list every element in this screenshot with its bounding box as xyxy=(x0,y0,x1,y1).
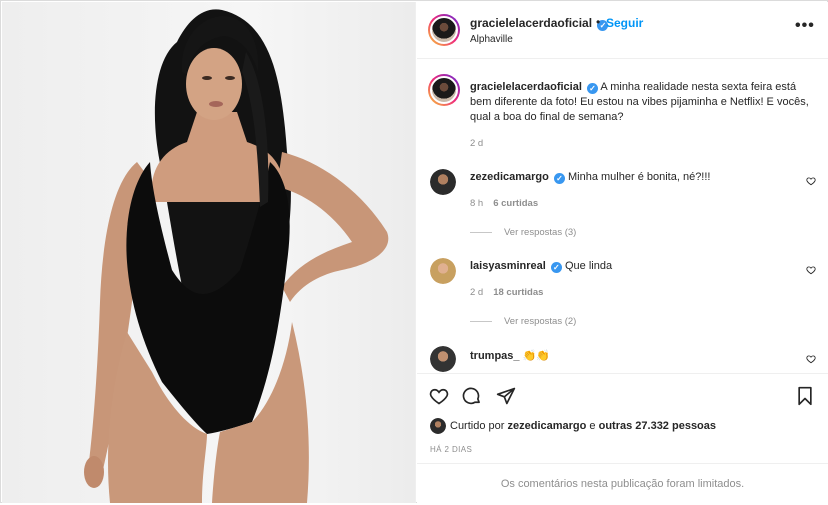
liked-by-summary: Curtido por zezedicamargo e outras 27.33… xyxy=(450,420,716,432)
comment-avatar[interactable] xyxy=(430,258,456,284)
comment-text: Minha mulher é bonita, né?!!! xyxy=(568,171,711,183)
follow-button[interactable]: Seguir xyxy=(606,16,643,30)
author-username-text[interactable]: gracielelacerdaoficial xyxy=(470,16,592,30)
liked-by-user[interactable]: zezedicamargo xyxy=(507,420,586,432)
replies-divider xyxy=(470,231,492,233)
comment-like-heart-icon[interactable] xyxy=(806,265,816,275)
comment-icon[interactable] xyxy=(462,386,482,406)
view-replies-label[interactable]: Ver respostas (3) xyxy=(504,227,576,238)
verified-badge-icon: ✓ xyxy=(586,83,598,94)
post-actions: Curtido por zezedicamargo e outras 27.33… xyxy=(417,373,828,505)
liked-by-prefix: Curtido por xyxy=(450,420,505,432)
comment-avatar[interactable] xyxy=(430,169,456,195)
header-separator: • xyxy=(596,15,601,29)
more-options-icon[interactable]: ••• xyxy=(795,18,815,34)
liked-by-and: e xyxy=(589,420,596,432)
view-replies-button[interactable]: Ver respostas (3) xyxy=(470,227,576,238)
verified-badge-icon: ✓ xyxy=(550,262,562,273)
comment-avatar[interactable] xyxy=(430,346,456,372)
liked-by-avatar[interactable] xyxy=(430,418,446,434)
bookmark-icon[interactable] xyxy=(796,386,814,406)
comment-text: Que linda xyxy=(564,260,613,272)
post-details-panel: gracielelacerdaoficial ✓ • Seguir Alphav… xyxy=(417,2,828,503)
post-time-ago[interactable]: HÁ 2 DIAS xyxy=(430,445,472,454)
comment-meta: 8 h 6 curtidas xyxy=(470,198,538,209)
comment-text: 👏👏 xyxy=(522,350,550,362)
comment-like-heart-icon[interactable] xyxy=(806,176,816,186)
caption-username[interactable]: gracielelacerdaoficial xyxy=(470,81,582,93)
caption-author-avatar[interactable] xyxy=(428,74,460,106)
view-replies-label[interactable]: Ver respostas (2) xyxy=(504,316,576,327)
post-caption: gracielelacerdaoficial ✓ A minha realida… xyxy=(470,80,812,125)
comment-likes[interactable]: 6 curtidas xyxy=(493,198,538,209)
view-replies-button[interactable]: Ver respostas (2) xyxy=(470,316,576,327)
verified-badge-icon: ✓ xyxy=(553,173,565,184)
comment-meta: 2 d 18 curtidas xyxy=(470,287,543,298)
paper-plane-icon[interactable] xyxy=(496,386,516,406)
liked-by-others[interactable]: outras 27.332 pessoas xyxy=(599,420,716,432)
comment: laisyasminreal ✓ Que linda xyxy=(470,260,612,273)
comment-username[interactable]: laisyasminreal xyxy=(470,260,546,272)
photo-illustration xyxy=(84,9,389,503)
comment-like-heart-icon[interactable] xyxy=(806,354,816,364)
comments-limited-notice: Os comentários nesta publicação foram li… xyxy=(417,463,828,505)
comment: zezedicamargo ✓ Minha mulher é bonita, n… xyxy=(470,171,710,184)
post-location[interactable]: Alphaville xyxy=(470,34,513,45)
comment-age[interactable]: 2 d xyxy=(470,287,483,298)
post-modal: gracielelacerdaoficial ✓ • Seguir Alphav… xyxy=(0,0,828,503)
comments-list[interactable]: gracielelacerdaoficial ✓ A minha realida… xyxy=(417,60,828,372)
author-username[interactable]: gracielelacerdaoficial ✓ xyxy=(470,16,609,31)
heart-icon[interactable] xyxy=(429,386,449,406)
post-header: gracielelacerdaoficial ✓ • Seguir Alphav… xyxy=(417,2,828,59)
comment-age[interactable]: 8 h xyxy=(470,198,483,209)
caption-age[interactable]: 2 d xyxy=(470,138,483,149)
comment-username[interactable]: trumpas_ xyxy=(470,350,520,362)
comment: trumpas_ 👏👏 xyxy=(470,349,550,362)
replies-divider xyxy=(470,320,492,322)
author-avatar[interactable] xyxy=(428,14,460,46)
post-photo[interactable] xyxy=(2,2,416,503)
comment-likes[interactable]: 18 curtidas xyxy=(493,287,543,298)
comment-username[interactable]: zezedicamargo xyxy=(470,171,549,183)
